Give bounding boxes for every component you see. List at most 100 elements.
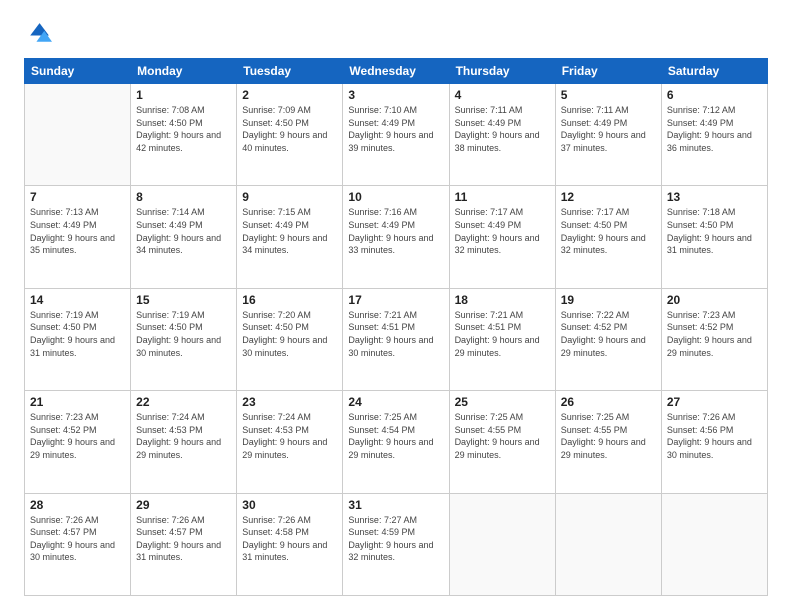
calendar-cell: 18 Sunrise: 7:21 AMSunset: 4:51 PMDayligh…: [449, 288, 555, 390]
sunset-label: Sunset: 4:53 PM: [242, 425, 309, 435]
daylight-label: Daylight: 9 hours and 29 minutes.: [136, 437, 221, 460]
day-info: Sunrise: 7:27 AMSunset: 4:59 PMDaylight:…: [348, 514, 443, 564]
sunset-label: Sunset: 4:49 PM: [348, 118, 415, 128]
calendar-cell: 17Sunrise: 7:21 AMSunset: 4:51 PMDayligh…: [343, 288, 449, 390]
day-info: Sunrise: 7:23 AMSunset: 4:52 PMDaylight:…: [667, 309, 762, 359]
week-row-1: 7 Sunrise: 7:13 AMSunset: 4:49 PMDaylight…: [25, 186, 768, 288]
day-number: 4: [455, 88, 550, 102]
day-info: Sunrise: 7:17 AM Sunset: 4:50 PM Daylight:…: [561, 206, 656, 256]
sunset-label: Sunset: 4:52 PM: [30, 425, 97, 435]
day-info: Sunrise: 7:26 AMSunset: 4:58 PMDaylight:…: [242, 514, 337, 564]
daylight-label: Daylight: 9 hours and 32 minutes.: [561, 233, 646, 256]
calendar-cell: [449, 493, 555, 595]
calendar-cell: 22Sunrise: 7:24 AMSunset: 4:53 PMDayligh…: [131, 391, 237, 493]
day-info: Sunrise: 7:18 AMSunset: 4:50 PMDaylight:…: [667, 206, 762, 256]
sunrise-label: Sunrise: 7:27 AM: [348, 515, 417, 525]
calendar-cell: 25Sunrise: 7:25 AMSunset: 4:55 PMDayligh…: [449, 391, 555, 493]
day-number: 18: [455, 293, 550, 307]
day-info: Sunrise: 7:19 AMSunset: 4:50 PMDaylight:…: [136, 309, 231, 359]
week-row-4: 28Sunrise: 7:26 AMSunset: 4:57 PMDayligh…: [25, 493, 768, 595]
sunrise-label: Sunrise: 7:10 AM: [348, 105, 417, 115]
sunset-label: Sunset: 4:49 PM: [348, 220, 415, 230]
sunrise-label: Sunrise: 7:15 AM: [242, 207, 311, 217]
logo-icon: [24, 20, 52, 48]
sunrise-label: Sunrise: 7:11 AM: [455, 105, 523, 115]
calendar-cell: 23Sunrise: 7:24 AMSunset: 4:53 PMDayligh…: [237, 391, 343, 493]
calendar-cell: 11Sunrise: 7:17 AMSunset: 4:49 PMDayligh…: [449, 186, 555, 288]
daylight-label: Daylight: 9 hours and 34 minutes.: [242, 233, 327, 256]
sunset-label: Sunset: 4:59 PM: [348, 527, 415, 537]
day-info: Sunrise: 7:25 AMSunset: 4:55 PMDaylight:…: [561, 411, 656, 461]
sunset-label: Sunset: 4:54 PM: [348, 425, 415, 435]
calendar-cell: 30Sunrise: 7:26 AMSunset: 4:58 PMDayligh…: [237, 493, 343, 595]
week-row-2: 14Sunrise: 7:19 AMSunset: 4:50 PMDayligh…: [25, 288, 768, 390]
sunrise-label: Sunrise: 7:19 AM: [30, 310, 99, 320]
sunset-label: Sunset: 4:58 PM: [242, 527, 309, 537]
sunset-label: Sunset: 4:50 PM: [30, 322, 97, 332]
day-info: Sunrise: 7:17 AMSunset: 4:49 PMDaylight:…: [455, 206, 550, 256]
day-info: Sunrise: 7:13 AMSunset: 4:49 PMDaylight:…: [30, 206, 125, 256]
calendar-cell: 8 Sunrise: 7:14 AM Sunset: 4:49 PM Daylight…: [131, 186, 237, 288]
calendar-cell: 21Sunrise: 7:23 AMSunset: 4:52 PMDayligh…: [25, 391, 131, 493]
day-number: 27: [667, 395, 762, 409]
day-info: Sunrise: 7:26 AMSunset: 4:57 PMDaylight:…: [30, 514, 125, 564]
daylight-label: Daylight: 9 hours and 30 minutes.: [136, 335, 221, 358]
daylight-label: Daylight: 9 hours and 37 minutes.: [561, 130, 646, 153]
sunset-label: Sunset: 4:51 PM: [455, 322, 522, 332]
sunrise-label: Sunrise: 7:26 AM: [667, 412, 736, 422]
sunset-label: Sunset: 4:52 PM: [561, 322, 628, 332]
daylight-label: Daylight: 9 hours and 30 minutes.: [30, 540, 115, 563]
day-number: 13: [667, 190, 762, 204]
day-info: Sunrise: 7:22 AMSunset: 4:52 PMDaylight:…: [561, 309, 656, 359]
sunrise-label: Sunrise: 7:26 AM: [136, 515, 205, 525]
calendar-cell: 28Sunrise: 7:26 AMSunset: 4:57 PMDayligh…: [25, 493, 131, 595]
daylight-label: Daylight: 9 hours and 34 minutes.: [136, 233, 221, 256]
day-number: 24: [348, 395, 443, 409]
sunset-label: Sunset: 4:49 PM: [242, 220, 309, 230]
weekday-header-friday: Friday: [555, 59, 661, 84]
day-number: 12: [561, 190, 656, 204]
sunset-label: Sunset: 4:50 PM: [667, 220, 734, 230]
calendar-cell: 20Sunrise: 7:23 AMSunset: 4:52 PMDayligh…: [661, 288, 767, 390]
logo: [24, 20, 56, 48]
sunrise-label: Sunrise: 7:11 AM: [561, 105, 629, 115]
day-info: Sunrise: 7:08 AMSunset: 4:50 PMDaylight:…: [136, 104, 231, 154]
day-number: 2: [242, 88, 337, 102]
day-info: Sunrise: 7:19 AMSunset: 4:50 PMDaylight:…: [30, 309, 125, 359]
calendar-cell: 31Sunrise: 7:27 AMSunset: 4:59 PMDayligh…: [343, 493, 449, 595]
sunset-label: Sunset: 4:53 PM: [136, 425, 203, 435]
sunrise-label: Sunrise: 7:08 AM: [136, 105, 205, 115]
sunrise-label: Sunrise: 7:21 AM: [348, 310, 417, 320]
daylight-label: Daylight: 9 hours and 35 minutes.: [30, 233, 115, 256]
weekday-header-saturday: Saturday: [661, 59, 767, 84]
calendar-cell: 24Sunrise: 7:25 AMSunset: 4:54 PMDayligh…: [343, 391, 449, 493]
day-number: 29: [136, 498, 231, 512]
sunrise-label: Sunrise: 7:09 AM: [242, 105, 311, 115]
calendar-cell: 9Sunrise: 7:15 AMSunset: 4:49 PMDaylight…: [237, 186, 343, 288]
sunset-label: Sunset: 4:50 PM: [561, 220, 628, 230]
day-info: Sunrise: 7:24 AM Sunset: 4:53 PM Daylight:…: [136, 411, 231, 461]
daylight-label: Daylight: 9 hours and 29 minutes.: [561, 335, 646, 358]
sunrise-label: Sunrise: 7:14 AM: [136, 207, 205, 217]
sunrise-label: Sunrise: 7:17 AM: [561, 207, 630, 217]
day-number: 21: [30, 395, 125, 409]
sunrise-label: Sunrise: 7:24 AM: [136, 412, 205, 422]
day-number: 8: [136, 190, 231, 204]
sunset-label: Sunset: 4:49 PM: [136, 220, 203, 230]
calendar-cell: 16Sunrise: 7:20 AMSunset: 4:50 PMDayligh…: [237, 288, 343, 390]
day-info: Sunrise: 7:21 AMSunset: 4:51 PMDaylight:…: [455, 309, 550, 359]
day-number: 3: [348, 88, 443, 102]
day-info: Sunrise: 7:10 AMSunset: 4:49 PMDaylight:…: [348, 104, 443, 154]
day-info: Sunrise: 7:26 AMSunset: 4:56 PMDaylight:…: [667, 411, 762, 461]
calendar-table: SundayMondayTuesdayWednesdayThursdayFrid…: [24, 58, 768, 596]
daylight-label: Daylight: 9 hours and 42 minutes.: [136, 130, 221, 153]
calendar-cell: 5Sunrise: 7:11 AMSunset: 4:49 PMDaylight…: [555, 84, 661, 186]
day-number: 7: [30, 190, 125, 204]
sunrise-label: Sunrise: 7:25 AM: [455, 412, 524, 422]
sunset-label: Sunset: 4:49 PM: [30, 220, 97, 230]
daylight-label: Daylight: 9 hours and 36 minutes.: [667, 130, 752, 153]
sunset-label: Sunset: 4:57 PM: [136, 527, 203, 537]
day-number: 16: [242, 293, 337, 307]
calendar-body: 1Sunrise: 7:08 AMSunset: 4:50 PMDaylight…: [25, 84, 768, 596]
calendar-cell: 1Sunrise: 7:08 AMSunset: 4:50 PMDaylight…: [131, 84, 237, 186]
